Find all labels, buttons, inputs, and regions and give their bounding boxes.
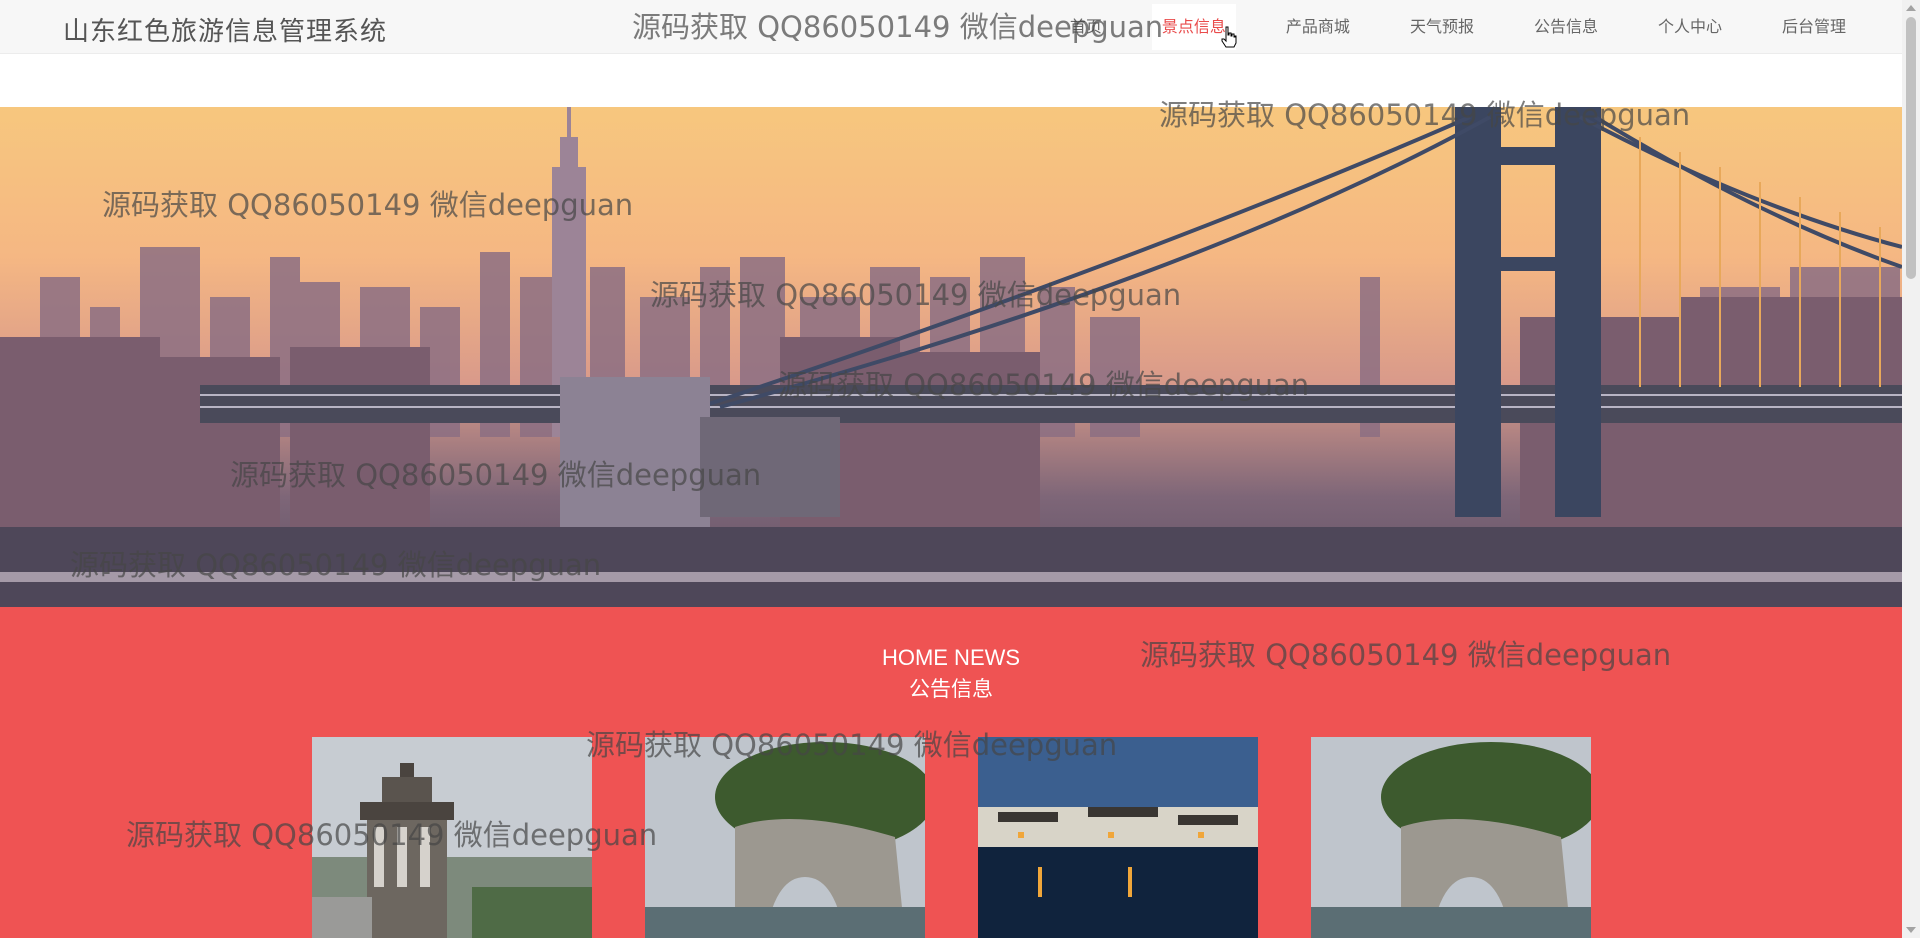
village-night-photo xyxy=(978,737,1258,938)
news-heading-en: HOME NEWS xyxy=(881,645,1021,670)
news-card-image[interactable] xyxy=(978,737,1258,938)
hand-cursor-icon xyxy=(1221,26,1237,48)
news-card-image[interactable] xyxy=(1311,737,1591,938)
news-heading: HOME NEWS 公告信息 xyxy=(0,645,1902,703)
scroll-thumb[interactable] xyxy=(1906,17,1916,279)
nav-shop[interactable]: 产品商城 xyxy=(1256,4,1380,50)
news-card-image[interactable] xyxy=(645,737,925,938)
nav-notices[interactable]: 公告信息 xyxy=(1504,4,1628,50)
nav-home[interactable]: 首页 xyxy=(1040,4,1132,50)
news-card-image[interactable] xyxy=(312,737,592,938)
site-title[interactable]: 山东红色旅游信息管理系统 xyxy=(63,11,387,48)
scroll-up-arrow-icon[interactable] xyxy=(1906,5,1916,11)
top-navbar: 山东红色旅游信息管理系统 首页 景点信息 产品商城 天气预报 公告信息 个人中心… xyxy=(0,0,1902,54)
news-heading-cn: 公告信息 xyxy=(909,677,993,701)
rock-arch-photo xyxy=(1311,737,1591,938)
news-section: HOME NEWS 公告信息 xyxy=(0,607,1902,938)
nav-admin[interactable]: 后台管理 xyxy=(1752,4,1876,50)
scroll-down-arrow-icon[interactable] xyxy=(1906,927,1916,933)
nav-weather[interactable]: 天气预报 xyxy=(1380,4,1504,50)
rock-arch-photo xyxy=(645,737,925,938)
main-nav: 首页 景点信息 产品商城 天气预报 公告信息 个人中心 后台管理 xyxy=(1040,0,1876,54)
monument-photo xyxy=(312,737,592,938)
city-bridge-image xyxy=(0,107,1902,607)
hero-banner[interactable] xyxy=(0,107,1902,607)
page-scrollbar[interactable] xyxy=(1902,0,1920,938)
nav-profile[interactable]: 个人中心 xyxy=(1628,4,1752,50)
